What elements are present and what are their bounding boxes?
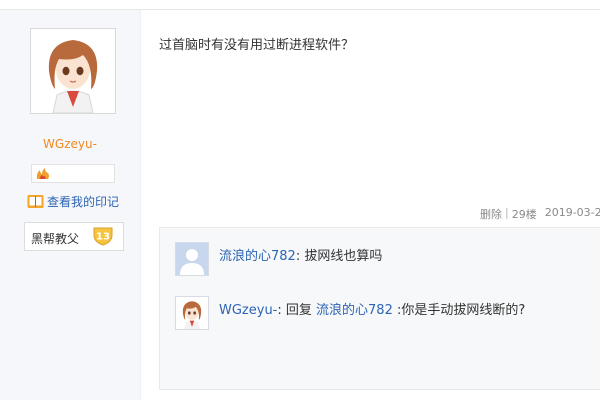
level-shield-icon: 13	[93, 227, 113, 246]
author-badge-box[interactable]	[31, 164, 115, 183]
reply-username[interactable]: 流浪的心782	[219, 249, 296, 264]
fire-badge-icon	[36, 167, 49, 179]
view-my-mark-label: 查看我的印记	[47, 195, 120, 209]
level-name: 黑帮教父	[31, 232, 80, 246]
top-divider	[0, 0, 600, 10]
reply-item: 流浪的心782: 拔网线也算吗	[175, 242, 382, 276]
floor-number: 29楼	[511, 208, 537, 221]
reply-word: 回复	[281, 303, 317, 318]
post-content: 过首脑时有没有用过断进程软件？	[159, 38, 355, 53]
post-time: 2019-03-2	[544, 206, 600, 219]
reply-body: WGzeyu-: 回复 流浪的心782 :你是手动拔网线断的?	[219, 296, 525, 318]
default-user-avatar-icon	[176, 243, 208, 275]
reply-username[interactable]: WGzeyu-	[219, 303, 277, 318]
view-my-mark-link[interactable]: 查看我的印记	[27, 193, 119, 210]
delete-link[interactable]: 删除	[480, 206, 502, 222]
reply-avatar[interactable]	[175, 296, 209, 330]
reply-text: :你是手动拔网线断的?	[392, 303, 526, 318]
anime-girl-avatar-icon	[176, 297, 208, 329]
author-avatar[interactable]	[30, 28, 116, 114]
reply-target-username[interactable]: 流浪的心782	[316, 303, 393, 318]
anime-girl-avatar-icon	[31, 29, 115, 113]
reply-item: WGzeyu-: 回复 流浪的心782 :你是手动拔网线断的?	[175, 296, 525, 330]
meta-separator: |	[505, 206, 509, 219]
reply-avatar[interactable]	[175, 242, 209, 276]
level-number: 13	[96, 232, 110, 243]
reply-list: 流浪的心782: 拔网线也算吗 WGzeyu-: 回复 流浪的心782 :你是手…	[159, 227, 600, 390]
book-icon	[27, 195, 44, 208]
level-badge-box[interactable]: 黑帮教父 13	[24, 222, 124, 251]
author-username[interactable]: WGzeyu-	[0, 137, 140, 151]
reply-body: 流浪的心782: 拔网线也算吗	[219, 242, 382, 264]
reply-text: 拔网线也算吗	[300, 249, 383, 264]
post-meta-bar: 删除 | 29楼 2019-03-2	[480, 206, 600, 222]
